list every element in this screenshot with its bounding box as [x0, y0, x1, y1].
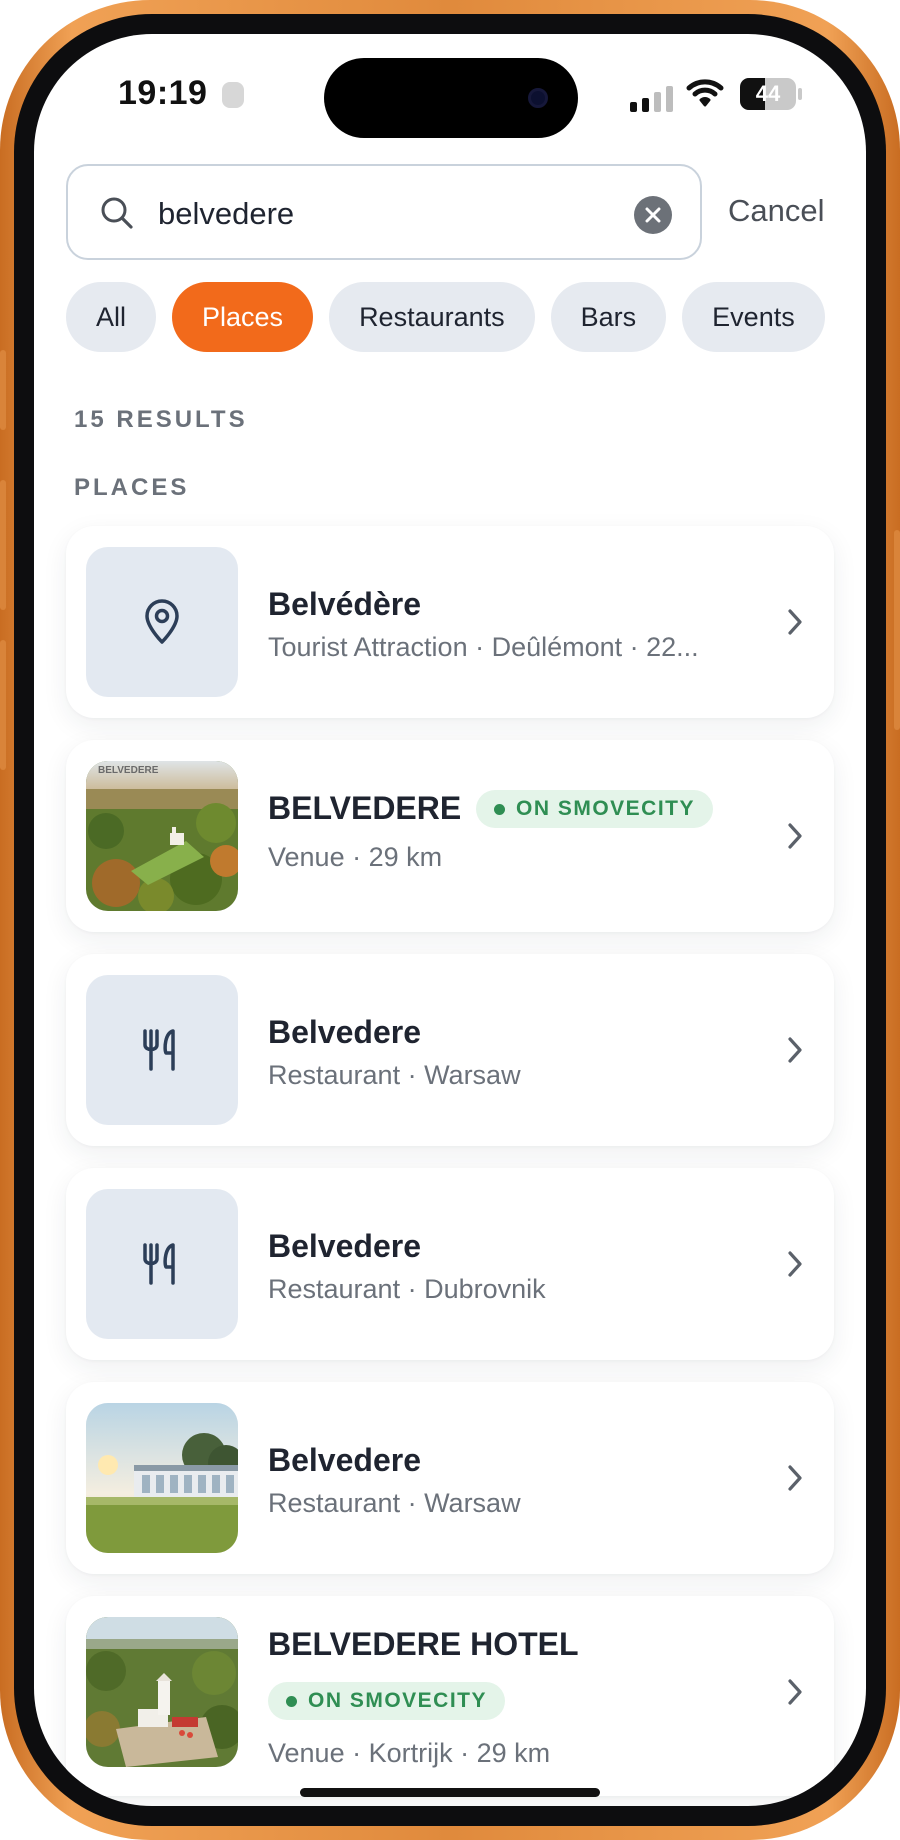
result-title: BELVEDERE	[268, 790, 462, 826]
pavilion-garden-photo	[86, 1403, 238, 1553]
map-pin-icon	[145, 599, 179, 644]
search-icon	[100, 196, 134, 235]
front-camera	[528, 88, 548, 108]
filter-chip-all[interactable]: All	[66, 282, 157, 352]
badge-dot-icon	[494, 804, 505, 815]
result-card[interactable]: BELVEDERE HOTEL ON SMOVECITY Venue · Kor…	[66, 1596, 834, 1796]
result-subtitle: Restaurant · Warsaw	[268, 1060, 521, 1090]
aerial-hotel-photo	[86, 1617, 238, 1767]
search-field[interactable]: belvedere	[66, 164, 702, 260]
badge-label: ON SMOVECITY	[516, 797, 696, 820]
status-badge: ON SMOVECITY	[476, 790, 714, 828]
result-subtitle: Venue · 29 km	[268, 842, 443, 872]
fork-knife-icon	[143, 1243, 175, 1285]
aerial-forest-photo: BELVEDERE	[86, 761, 238, 911]
result-card[interactable]: Belvedere Restaurant · Warsaw	[66, 954, 834, 1146]
filter-chip-events[interactable]: Events	[682, 282, 825, 352]
chevron-right-icon	[788, 1465, 802, 1491]
result-card[interactable]: Belvedere Restaurant · Warsaw	[66, 1382, 834, 1574]
result-title: Belvedere	[268, 1228, 421, 1264]
status-badge: ON SMOVECITY	[268, 1682, 506, 1720]
close-icon	[645, 207, 661, 223]
wifi-icon	[686, 78, 724, 113]
result-title: Belvédère	[268, 586, 421, 622]
chevron-right-icon	[788, 609, 802, 635]
action-button	[0, 350, 6, 430]
filter-chip-places[interactable]: Places	[172, 282, 314, 352]
result-card[interactable]: Belvédère Tourist Attraction · Deûlémont…	[66, 526, 834, 718]
home-indicator[interactable]	[300, 1788, 600, 1797]
filter-chip-bars[interactable]: Bars	[550, 282, 667, 352]
app-screen: 19:19 44 belvedere Cancel All Places Res…	[34, 34, 866, 1806]
volume-down-button	[0, 640, 6, 770]
fork-knife-icon	[143, 1029, 175, 1071]
search-input[interactable]: belvedere	[158, 196, 294, 232]
result-subtitle: Venue · Kortrijk · 29 km	[268, 1738, 551, 1768]
filter-chip-restaurants[interactable]: Restaurants	[329, 282, 535, 352]
chevron-right-icon	[788, 1037, 802, 1063]
badge-dot-icon	[286, 1696, 297, 1707]
place-photo	[86, 1403, 238, 1553]
cancel-button[interactable]: Cancel	[728, 193, 825, 229]
result-title: Belvedere	[268, 1014, 421, 1050]
person-icon	[222, 82, 244, 108]
status-time: 19:19	[118, 74, 208, 112]
chevron-right-icon	[788, 823, 802, 849]
power-button	[894, 530, 900, 730]
chevron-right-icon	[788, 1251, 802, 1277]
clear-search-button[interactable]	[634, 196, 672, 234]
result-card[interactable]: Belvedere Restaurant · Dubrovnik	[66, 1168, 834, 1360]
result-subtitle: Restaurant · Warsaw	[268, 1488, 521, 1518]
volume-up-button	[0, 480, 6, 610]
cellular-signal-icon	[630, 86, 673, 112]
place-photo	[86, 1617, 238, 1767]
badge-label: ON SMOVECITY	[308, 1689, 488, 1712]
result-subtitle: Tourist Attraction · Deûlémont · 22...	[268, 632, 699, 662]
chevron-right-icon	[788, 1679, 802, 1705]
result-subtitle: Restaurant · Dubrovnik	[268, 1274, 546, 1304]
section-title: PLACES	[74, 474, 190, 501]
results-count: 15 RESULTS	[74, 406, 248, 433]
svg-text:BELVEDERE: BELVEDERE	[98, 765, 159, 776]
filter-chips: All Places Restaurants Bars Events	[66, 282, 825, 352]
place-thumbnail	[86, 547, 238, 697]
result-card[interactable]: BELVEDERE BELVEDERE ON SMOVECITY Venue ·…	[66, 740, 834, 932]
result-title: BELVEDERE HOTEL	[268, 1626, 579, 1662]
battery-cap	[798, 88, 802, 100]
result-title: Belvedere	[268, 1442, 421, 1478]
battery-level: 44	[755, 81, 781, 106]
place-photo: BELVEDERE	[86, 761, 238, 911]
place-thumbnail	[86, 975, 238, 1125]
place-thumbnail	[86, 1189, 238, 1339]
battery-icon: 44	[740, 78, 796, 110]
